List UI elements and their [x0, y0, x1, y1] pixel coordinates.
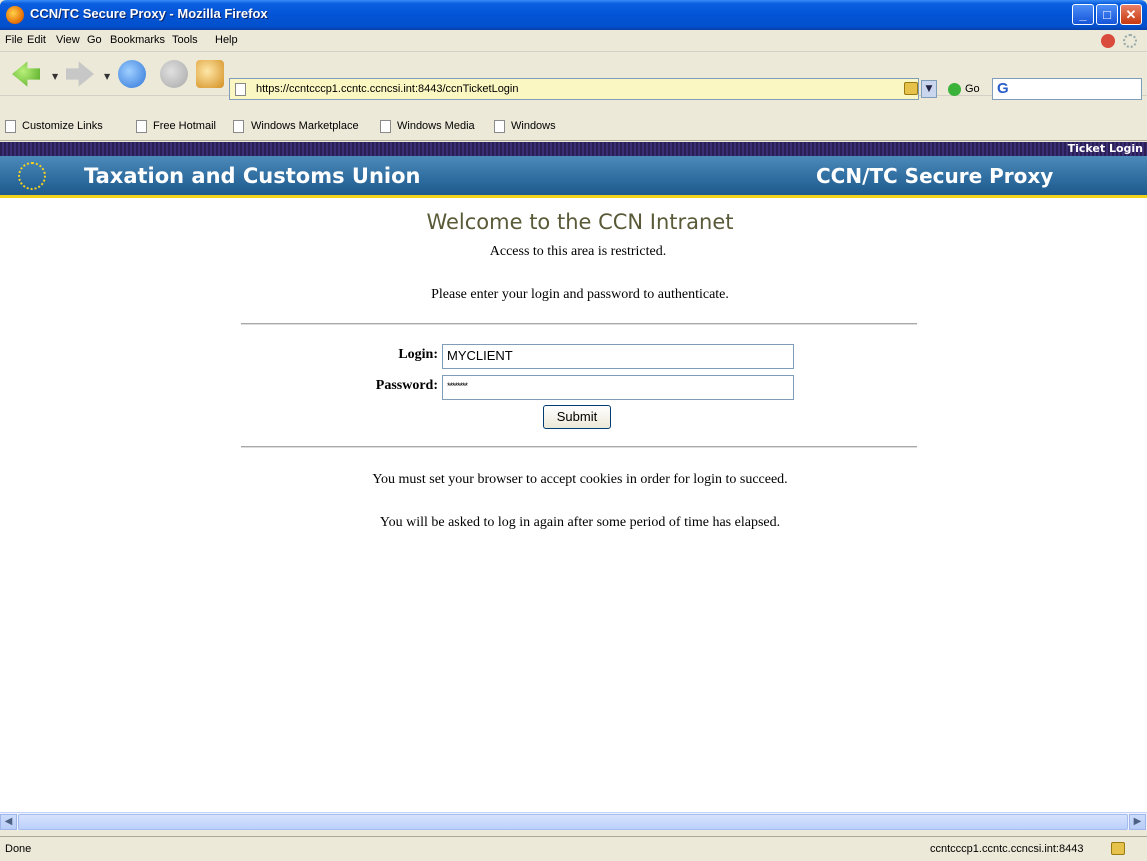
google-search-icon[interactable]: G: [997, 80, 1009, 97]
bookmark-windows-media[interactable]: Windows Media: [397, 120, 475, 132]
menu-view[interactable]: View: [56, 34, 80, 46]
forward-dropdown-icon[interactable]: ▼: [104, 72, 110, 81]
bookmark-page-icon: [136, 120, 147, 133]
page-content: Ticket Login Taxation and Customs Union …: [0, 142, 1147, 812]
lock-icon[interactable]: [904, 82, 918, 95]
url-text[interactable]: https://ccntcccp1.ccntc.ccncsi.int:8443/…: [256, 83, 519, 95]
stop-icon[interactable]: [160, 60, 188, 88]
bookmark-page-icon: [5, 120, 16, 133]
search-input[interactable]: G: [992, 78, 1142, 100]
banner-title: Taxation and Customs Union: [84, 164, 421, 188]
status-lock-icon[interactable]: [1111, 842, 1125, 855]
reload-icon[interactable]: [118, 60, 146, 88]
adblock-icon[interactable]: [1101, 34, 1115, 48]
ticket-login-label: Ticket Login: [1067, 142, 1143, 155]
login-label: Login:: [398, 347, 438, 362]
ticket-strip: Ticket Login: [0, 142, 1147, 156]
browser-window: CCN/TC Secure Proxy - Mozilla Firefox _ …: [0, 0, 1147, 861]
menu-bar: File Edit View Go Bookmarks Tools Help: [0, 30, 1147, 52]
minimize-button[interactable]: _: [1072, 4, 1094, 25]
welcome-heading: Welcome to the CCN Intranet: [426, 210, 734, 234]
banner-subtitle: CCN/TC Secure Proxy: [816, 164, 1054, 188]
bookmark-windows[interactable]: Windows: [511, 120, 556, 132]
title-bar[interactable]: CCN/TC Secure Proxy - Mozilla Firefox _ …: [0, 0, 1147, 30]
url-dropdown-button[interactable]: ▼: [921, 80, 937, 98]
status-host: ccntcccp1.ccntc.ccncsi.int:8443: [930, 843, 1084, 855]
bookmarks-toolbar: Customize Links Free Hotmail Windows Mar…: [0, 113, 1147, 141]
back-icon[interactable]: [12, 61, 40, 87]
login-input[interactable]: MYCLIENT: [442, 344, 794, 369]
bookmark-free-hotmail[interactable]: Free Hotmail: [153, 120, 216, 132]
maximize-button[interactable]: □: [1096, 4, 1118, 25]
password-input[interactable]: ********: [442, 375, 794, 400]
horizontal-scrollbar[interactable]: ◀ ▶: [0, 812, 1147, 830]
scroll-left-icon[interactable]: ◀: [0, 814, 17, 830]
close-button[interactable]: ✕: [1120, 4, 1142, 25]
window-title: CCN/TC Secure Proxy - Mozilla Firefox: [30, 6, 268, 21]
status-bar: Done ccntcccp1.ccntc.ccncsi.int:8443: [0, 836, 1147, 861]
throbber-icon: [1123, 34, 1137, 48]
restricted-text: Access to this area is restricted.: [489, 244, 667, 259]
url-bar[interactable]: https://ccntcccp1.ccntc.ccncsi.int:8443/…: [229, 78, 919, 100]
bookmark-page-icon: [380, 120, 391, 133]
firefox-icon: [6, 6, 24, 24]
scrollbar-thumb[interactable]: [18, 814, 1128, 830]
go-icon[interactable]: [948, 83, 961, 96]
menu-edit[interactable]: Edit: [27, 34, 46, 46]
submit-button[interactable]: Submit: [543, 405, 611, 429]
status-text: Done: [5, 843, 32, 855]
menu-help[interactable]: Help: [215, 34, 238, 46]
bookmark-page-icon: [494, 120, 505, 133]
bookmark-customize-links[interactable]: Customize Links: [22, 120, 103, 132]
back-dropdown-icon[interactable]: ▼: [52, 72, 58, 81]
eu-stars-icon: [18, 162, 46, 190]
password-label: Password:: [375, 378, 438, 393]
page-icon: [235, 83, 246, 96]
home-icon[interactable]: [196, 60, 224, 88]
forward-icon[interactable]: [66, 61, 94, 87]
menu-file[interactable]: File: [5, 34, 23, 46]
menu-bookmarks[interactable]: Bookmarks: [110, 34, 165, 46]
divider: [241, 446, 917, 448]
go-button-label[interactable]: Go: [965, 83, 980, 95]
timeout-note: You will be asked to log in again after …: [379, 515, 781, 530]
menu-go[interactable]: Go: [87, 34, 102, 46]
cookie-note: You must set your browser to accept cook…: [372, 472, 788, 487]
instruction-text: Please enter your login and password to …: [431, 287, 729, 302]
menu-tools[interactable]: Tools: [172, 34, 198, 46]
bookmark-page-icon: [233, 120, 244, 133]
site-banner: Taxation and Customs Union CCN/TC Secure…: [0, 156, 1147, 198]
bookmark-windows-marketplace[interactable]: Windows Marketplace: [251, 120, 359, 132]
scroll-right-icon[interactable]: ▶: [1129, 814, 1146, 830]
divider: [241, 323, 917, 325]
